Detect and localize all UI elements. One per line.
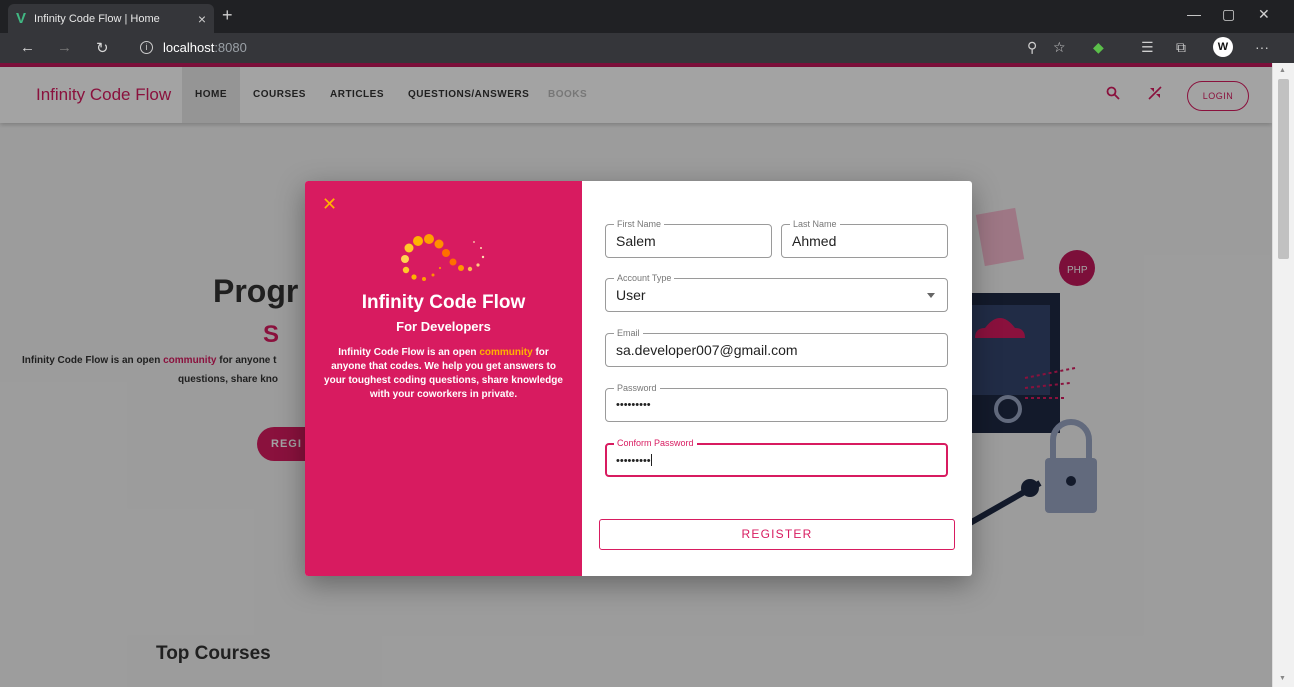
url-port: :8080 [214,40,247,55]
favorites-list-icon[interactable]: ☰ [1141,39,1154,56]
scroll-up-icon[interactable]: ▲ [1279,67,1286,74]
maximize-icon[interactable]: ▢ [1222,6,1235,23]
dialog-brand-panel: ✕ Infinity Code Flow For Developers Infi… [305,181,582,576]
password-label: Password [614,382,660,394]
password-value: ••••••••• [616,399,651,411]
confirm-password-dots: ••••••••• [616,455,651,467]
dialog-description: Infinity Code Flow is an open community … [321,346,566,402]
new-tab-button[interactable]: + [222,5,233,26]
text-caret [650,454,652,466]
key-icon[interactable]: ⚲ [1027,39,1037,56]
dialog-brand-title: Infinity Code Flow [361,292,526,313]
forward-icon[interactable]: → [57,39,72,56]
register-button[interactable]: REGISTER [599,519,955,550]
email-label: Email [614,327,643,339]
first-name-label: First Name [614,218,665,230]
site-info-icon[interactable]: i [140,41,153,54]
scrollbar-thumb[interactable] [1278,79,1289,259]
window-close-icon[interactable]: ✕ [1258,6,1270,23]
infinity-logo-icon [401,234,485,281]
tab-title: Infinity Code Flow | Home [34,12,160,25]
extension-icon[interactable]: ◆ [1093,39,1104,56]
dialog-desc-part: Infinity Code Flow is an open [338,347,480,358]
confirm-password-field[interactable]: Conform Password ••••••••• [605,437,948,477]
dialog-community-link[interactable]: community [479,347,532,358]
dialog-tagline: For Developers [396,319,491,334]
email-value: sa.developer007@gmail.com [616,342,798,358]
scroll-down-icon[interactable]: ▼ [1279,675,1286,682]
account-type-label: Account Type [614,272,675,284]
url-field[interactable]: i localhost:8080 [140,40,247,55]
collections-icon[interactable]: ⧉ [1176,39,1186,56]
browser-tab[interactable]: V Infinity Code Flow | Home × [8,4,214,33]
confirm-password-value: ••••••••• [616,454,652,467]
more-menu-icon[interactable]: ··· [1255,39,1269,55]
account-type-select[interactable]: Account Type User [605,272,948,312]
refresh-icon[interactable]: ↻ [96,39,109,57]
page-scrollbar[interactable]: ▲ ▼ [1272,63,1294,687]
url-host: localhost [163,40,215,55]
first-name-value: Salem [616,233,656,249]
dropdown-arrow-icon[interactable] [927,293,935,298]
last-name-field[interactable]: Last Name Ahmed [781,218,948,258]
last-name-value: Ahmed [792,233,837,249]
register-form: First Name Salem Last Name Ahmed Account… [582,181,972,576]
confirm-password-label: Conform Password [614,437,697,449]
address-bar: ← → ↻ i localhost:8080 ⚲ ☆ ◆ ☰ ⧉ ··· [0,33,1294,63]
profile-avatar[interactable]: W [1213,37,1233,57]
tab-close-icon[interactable]: × [198,11,206,27]
minimize-icon[interactable]: — [1187,6,1201,22]
favorite-star-icon[interactable]: ☆ [1053,39,1066,56]
vue-favicon-icon: V [16,10,27,27]
register-dialog: ✕ Infinity Code Flow For Developers Infi… [305,181,972,576]
back-icon[interactable]: ← [20,39,35,56]
last-name-label: Last Name [790,218,840,230]
account-type-value: User [616,287,646,303]
dialog-close-icon[interactable]: ✕ [322,195,337,213]
email-field[interactable]: Email sa.developer007@gmail.com [605,327,948,367]
browser-tab-bar: V Infinity Code Flow | Home × + — ▢ ✕ [0,0,1294,33]
first-name-field[interactable]: First Name Salem [605,218,772,258]
password-field[interactable]: Password ••••••••• [605,382,948,422]
